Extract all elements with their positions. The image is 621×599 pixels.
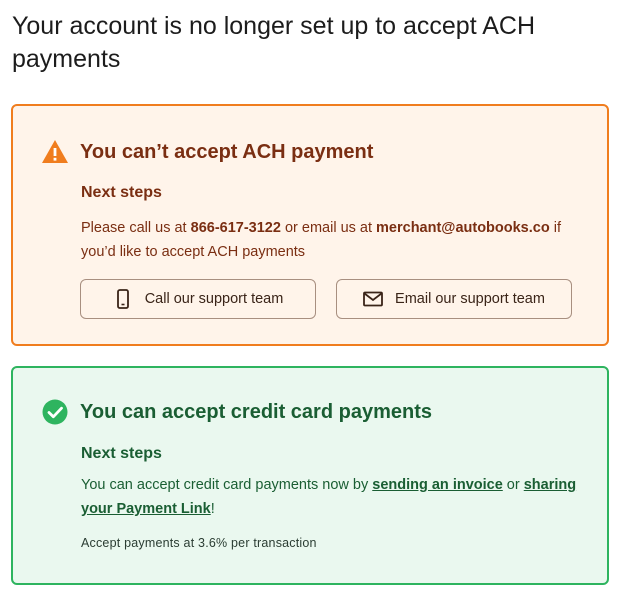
email-support-button[interactable]: Email our support team bbox=[336, 279, 572, 319]
cc-instructions-text: You can accept credit card payments now … bbox=[81, 473, 591, 521]
cc-card-title: You can accept credit card payments bbox=[80, 401, 432, 423]
send-invoice-link[interactable]: sending an invoice bbox=[372, 477, 503, 493]
warning-icon bbox=[41, 138, 69, 166]
call-support-button[interactable]: Call our support team bbox=[80, 279, 316, 319]
ach-status-card: You can’t accept ACH payment Next steps … bbox=[11, 104, 609, 346]
support-phone-number: 866-617-3122 bbox=[190, 220, 281, 236]
mail-icon bbox=[363, 289, 383, 309]
cc-text-middle: or bbox=[502, 477, 524, 493]
support-email-address: merchant@autobooks.co bbox=[376, 220, 550, 236]
ach-text-prefix: Please call us at bbox=[81, 220, 191, 236]
check-circle-icon bbox=[41, 398, 69, 426]
ach-next-steps-heading: Next steps bbox=[81, 184, 162, 201]
credit-card-status-card: You can accept credit card payments Next… bbox=[11, 366, 609, 585]
ach-text-middle: or email us at bbox=[280, 220, 377, 236]
transaction-fee-text: Accept payments at 3.6% per transaction bbox=[81, 536, 317, 550]
call-support-button-label: Call our support team bbox=[144, 291, 284, 307]
email-support-button-label: Email our support team bbox=[395, 291, 545, 307]
ach-card-header: You can’t accept ACH payment bbox=[41, 138, 373, 166]
cc-text-prefix: You can accept credit card payments now … bbox=[81, 477, 373, 493]
cc-next-steps-heading: Next steps bbox=[81, 445, 162, 462]
phone-icon bbox=[113, 289, 133, 309]
cc-card-header: You can accept credit card payments bbox=[41, 398, 432, 426]
page-title: Your account is no longer set up to acce… bbox=[12, 12, 536, 73]
ach-instructions-text: Please call us at 866-617-3122 or email … bbox=[81, 216, 591, 264]
cc-text-suffix: ! bbox=[210, 501, 215, 517]
ach-card-title: You can’t accept ACH payment bbox=[80, 141, 374, 163]
